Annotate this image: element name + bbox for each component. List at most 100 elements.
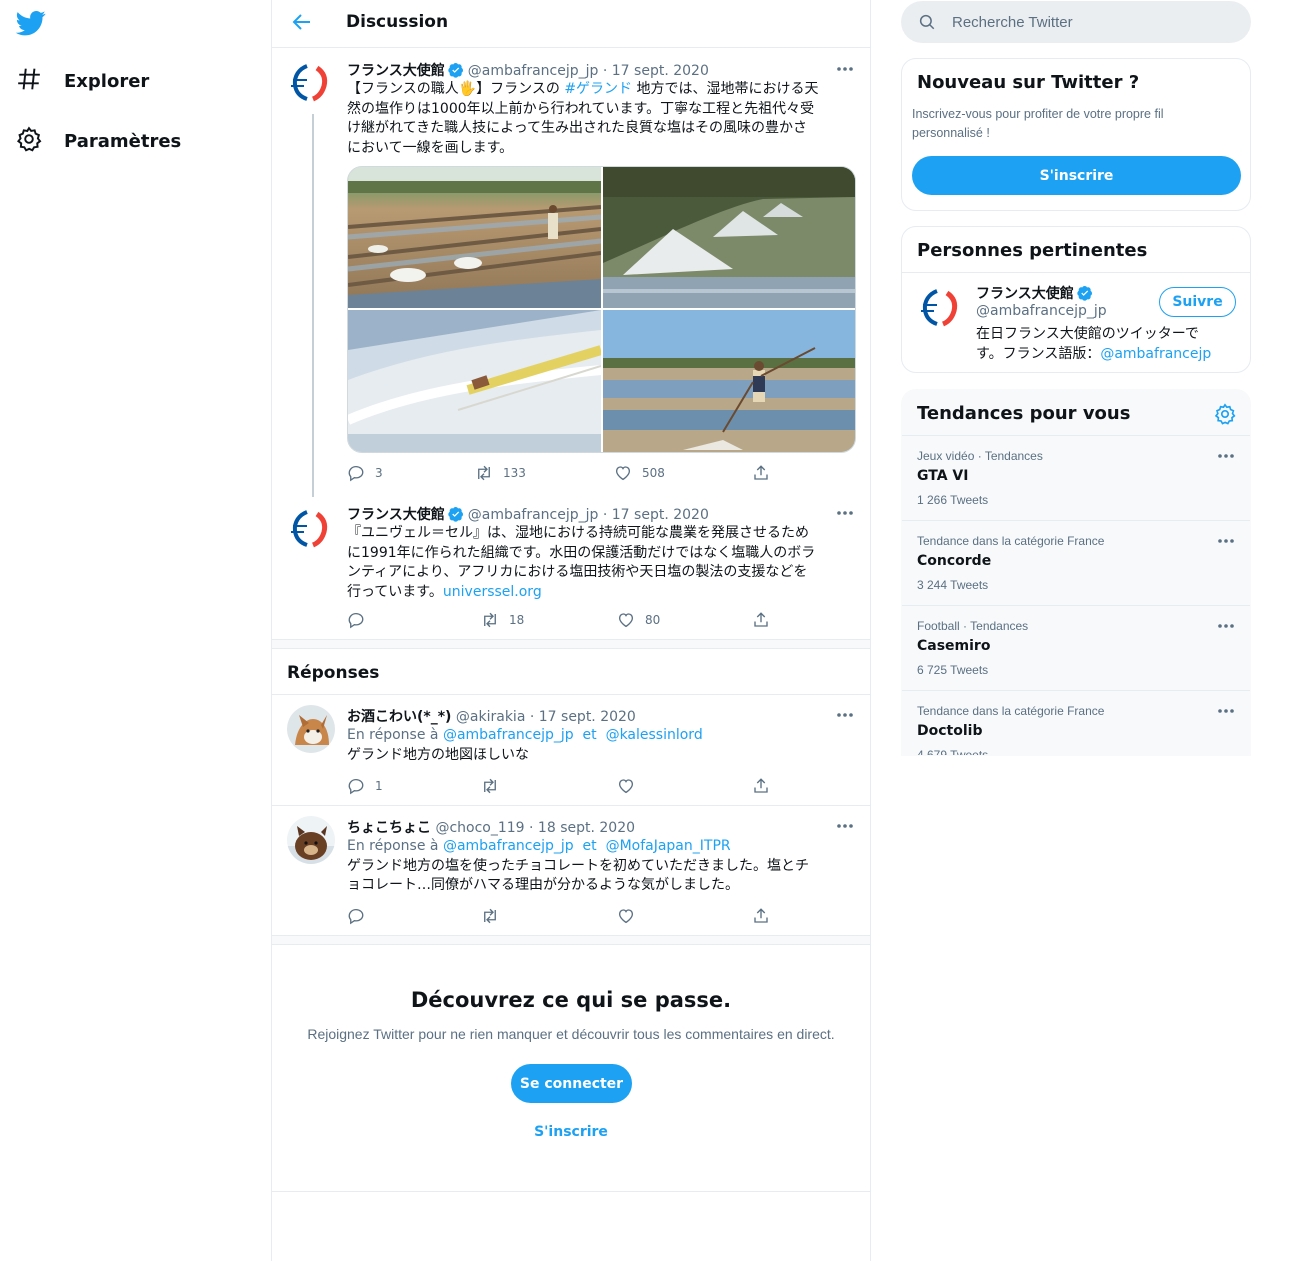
author-handle[interactable]: @ambafrancejp_jp: [468, 507, 599, 523]
like-button[interactable]: [617, 777, 645, 795]
trend-item[interactable]: Tendance dans la catégorie France Concor…: [902, 520, 1250, 605]
reply-button[interactable]: 3: [347, 464, 383, 482]
share-icon: [754, 465, 768, 480]
bio-prefix: す。フランス語版：: [976, 345, 1101, 362]
like-button[interactable]: 80: [617, 611, 660, 629]
suggested-handle[interactable]: @ambafrancejp_jp: [976, 303, 1107, 319]
nav-explore[interactable]: Explorer: [16, 61, 149, 101]
more-options-icon[interactable]: [835, 508, 855, 518]
thread-connector-line: [312, 114, 314, 497]
gear-icon: [16, 126, 42, 156]
suggested-name-row: フランス大使館: [976, 283, 1097, 303]
more-options-icon[interactable]: [835, 710, 855, 720]
mention-link[interactable]: @ambafrancejp_jp: [443, 727, 574, 743]
trend-name: Doctolib: [917, 723, 983, 739]
in-reply-label: En réponse à: [347, 727, 439, 743]
gear-icon[interactable]: [1214, 403, 1236, 425]
nav-settings[interactable]: Paramètres: [16, 121, 181, 161]
tweet-header: フランス大使館 @ambafrancejp_jp · 17 sept. 2020: [347, 60, 709, 80]
reply-button[interactable]: [347, 611, 375, 629]
signup-button[interactable]: S'inscrire: [912, 156, 1241, 195]
author-name[interactable]: フランス大使館: [347, 507, 445, 523]
tweet-text-line-end: 行っています。: [347, 583, 443, 600]
avatar[interactable]: [917, 283, 965, 331]
bio-line: す。フランス語版：@ambafrancejp: [976, 345, 1246, 365]
more-options-icon[interactable]: [835, 821, 855, 831]
photo-salt-piles[interactable]: [603, 167, 855, 308]
heart-icon: [618, 613, 634, 628]
author-handle[interactable]: @choco_119: [435, 820, 524, 836]
tweet-date[interactable]: · 17 sept. 2020: [603, 63, 709, 79]
search-input[interactable]: [952, 13, 1232, 31]
trend-category: Football · Tendances: [917, 619, 1029, 633]
in-reply-line: En réponse à @ambafrancejp_jp et @MofaJa…: [347, 837, 857, 857]
photo-salt-marsh-worker[interactable]: [348, 167, 601, 308]
author-name[interactable]: お酒こわい(*_*): [347, 709, 451, 725]
avatar[interactable]: [287, 504, 335, 552]
share-button[interactable]: [752, 777, 780, 795]
trend-name: Casemiro: [917, 638, 991, 654]
avatar[interactable]: [287, 816, 335, 864]
mention-link[interactable]: @ambafrancejp_jp: [443, 838, 574, 854]
tweet-header: お酒こわい(*_*) @akirakia · 17 sept. 2020: [347, 706, 636, 726]
trend-count: 4 679 Tweets: [917, 748, 989, 756]
more-options-icon[interactable]: [835, 64, 855, 74]
share-button[interactable]: [752, 464, 780, 482]
mention-link[interactable]: @kalessinlord: [606, 727, 703, 743]
reply-button[interactable]: [347, 907, 375, 925]
share-icon: [754, 778, 768, 793]
reply-button[interactable]: 1: [347, 777, 383, 795]
like-count: 80: [645, 613, 661, 627]
avatar[interactable]: [287, 58, 335, 106]
retweet-button[interactable]: 133: [475, 464, 526, 482]
more-options-icon[interactable]: [1216, 621, 1236, 631]
suggested-name[interactable]: フランス大使館: [976, 286, 1074, 302]
bio-mention-link[interactable]: @ambafrancejp: [1100, 346, 1211, 362]
like-button[interactable]: [617, 907, 645, 925]
share-button[interactable]: [752, 907, 780, 925]
tweet-date[interactable]: · 17 sept. 2020: [603, 507, 709, 523]
login-button[interactable]: Se connecter: [511, 1064, 632, 1103]
signup-link[interactable]: S'inscrire: [272, 1124, 870, 1140]
tweet-date[interactable]: · 18 sept. 2020: [529, 820, 635, 836]
photo-salt-closeup[interactable]: [348, 310, 601, 452]
trend-count: 3 244 Tweets: [917, 578, 989, 592]
reply-count: 3: [375, 466, 383, 480]
relevant-card-title: Personnes pertinentes: [917, 240, 1148, 261]
verified-badge-icon: [448, 506, 464, 522]
like-button[interactable]: 508: [614, 464, 665, 482]
retweet-button[interactable]: [481, 777, 509, 795]
more-options-icon[interactable]: [1216, 451, 1236, 461]
retweet-button[interactable]: 18: [481, 611, 524, 629]
new-card-subtitle-line: Inscrivez-vous pour profiter de votre pr…: [912, 107, 1164, 121]
section-divider: [272, 639, 870, 649]
hashtag-link[interactable]: #ゲランド: [564, 81, 632, 97]
external-link[interactable]: universsel.org: [443, 584, 542, 600]
author-name[interactable]: フランス大使館: [347, 63, 445, 79]
avatar[interactable]: [287, 705, 335, 753]
retweet-button[interactable]: [481, 907, 509, 925]
tweet-text-line: 然の塩作りは1000年以上前から行われています。丁寧な工程と先祖代々受: [347, 100, 815, 117]
trend-item[interactable]: Tendance dans la catégorie France Doctol…: [902, 690, 1250, 756]
page-title: Discussion: [346, 12, 449, 32]
tweet-text-line: け継がれてきた職人技によって生み出された良質な塩はその風味の豊かさ: [347, 120, 808, 136]
hashtag-icon: [16, 66, 42, 96]
photo-salt-raking[interactable]: [603, 310, 855, 452]
author-handle[interactable]: @akirakia: [456, 709, 526, 725]
more-options-icon[interactable]: [1216, 706, 1236, 716]
share-icon: [754, 908, 768, 923]
twitter-bird-icon[interactable]: [15, 8, 46, 38]
follow-button[interactable]: Suivre: [1159, 287, 1236, 317]
tweet-date[interactable]: · 17 sept. 2020: [530, 709, 636, 725]
author-name[interactable]: ちょこちょこ: [347, 820, 431, 836]
retweet-icon: [484, 778, 496, 794]
trend-item[interactable]: Jeux vidéo · Tendances GTA VI 1 266 Twee…: [902, 435, 1250, 520]
search-box[interactable]: [901, 1, 1251, 43]
author-handle[interactable]: @ambafrancejp_jp: [468, 63, 599, 79]
share-button[interactable]: [752, 611, 780, 629]
mention-link[interactable]: @MofaJapan_ITPR: [606, 838, 731, 854]
arrow-left-icon[interactable]: [290, 10, 316, 36]
heart-icon: [615, 466, 631, 481]
trend-item[interactable]: Football · Tendances Casemiro 6 725 Twee…: [902, 605, 1250, 690]
more-options-icon[interactable]: [1216, 536, 1236, 546]
